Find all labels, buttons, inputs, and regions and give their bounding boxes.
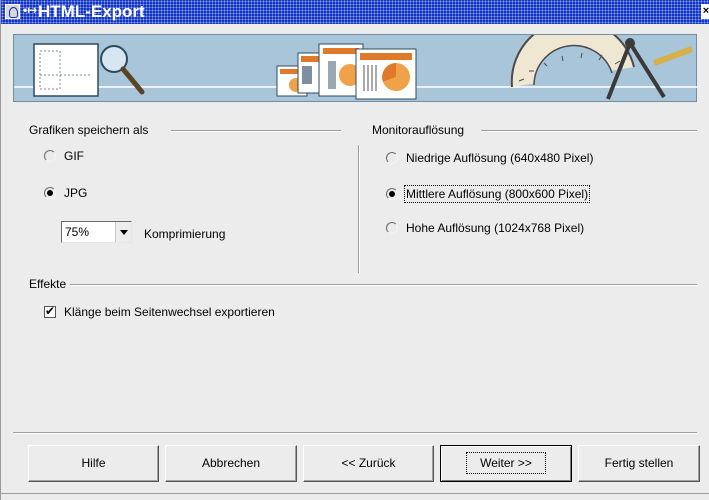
radio-gif[interactable]: GIF — [44, 147, 84, 165]
compression-select[interactable]: 75% — [61, 221, 132, 243]
html-export-dialog: •↦ HTML-Export × Grafiken speichern als … — [0, 0, 709, 500]
banner-illustration — [14, 35, 698, 100]
app-icon[interactable] — [5, 4, 20, 19]
next-button[interactable]: Weiter >> — [440, 445, 572, 482]
sound-checkbox[interactable]: Klänge beim Seitenwechsel exportieren — [44, 303, 275, 321]
effekte-heading: Effekte — [29, 277, 71, 291]
radio-resolution-medium-label[interactable]: Mittlere Auflösung (800x600 Pixel) — [403, 185, 591, 203]
finish-button-label[interactable]: Fertig stellen — [605, 446, 674, 481]
radio-resolution-medium-indicator[interactable] — [386, 188, 398, 200]
help-button[interactable]: Hilfe — [28, 445, 159, 482]
sound-checkbox-indicator[interactable] — [44, 304, 56, 318]
radio-resolution-low-label[interactable]: Niedrige Auflösung (640x480 Pixel) — [406, 151, 593, 165]
chevron-down-icon[interactable] — [115, 222, 131, 242]
button-divider — [13, 432, 697, 434]
back-button[interactable]: << Zurück — [303, 445, 434, 482]
cancel-button[interactable]: Abbrechen — [165, 445, 297, 482]
dialog-bottom-edge — [1, 493, 709, 500]
monitor-divider — [481, 130, 697, 132]
radio-resolution-medium[interactable]: Mittlere Auflösung (800x600 Pixel) — [386, 185, 591, 203]
window-menu-icon[interactable]: •↦ — [23, 3, 37, 17]
grafiken-divider — [171, 130, 341, 132]
radio-resolution-low[interactable]: Niedrige Auflösung (640x480 Pixel) — [386, 149, 593, 167]
window-title: HTML-Export — [38, 2, 145, 21]
title-bar[interactable]: •↦ HTML-Export × — [1, 0, 709, 24]
radio-jpg-indicator[interactable] — [44, 187, 56, 199]
radio-jpg-label[interactable]: JPG — [64, 186, 87, 200]
finish-button[interactable]: Fertig stellen — [578, 445, 700, 482]
grafiken-heading: Grafiken speichern als — [29, 123, 153, 137]
radio-resolution-high-label[interactable]: Hohe Auflösung (1024x768 Pixel) — [406, 221, 584, 235]
next-button-label[interactable]: Weiter >> — [466, 452, 546, 474]
close-icon[interactable]: × — [701, 4, 709, 19]
back-button-label[interactable]: << Zurück — [341, 446, 395, 481]
radio-jpg[interactable]: JPG — [44, 184, 87, 202]
compression-label: Komprimierung — [144, 227, 226, 241]
effekte-divider — [69, 284, 697, 286]
compression-label-row: Komprimierung — [144, 225, 225, 243]
monitor-heading: Monitorauflösung — [372, 123, 469, 137]
wizard-banner — [13, 34, 698, 102]
radio-resolution-low-indicator[interactable] — [386, 152, 398, 164]
radio-gif-indicator[interactable] — [44, 150, 56, 162]
radio-resolution-high[interactable]: Hohe Auflösung (1024x768 Pixel) — [386, 219, 584, 237]
section-separator — [358, 145, 360, 273]
help-button-label[interactable]: Hilfe — [81, 446, 105, 481]
radio-resolution-high-indicator[interactable] — [386, 222, 398, 234]
cancel-button-label[interactable]: Abbrechen — [202, 446, 260, 481]
sound-checkbox-label[interactable]: Klänge beim Seitenwechsel exportieren — [64, 305, 275, 319]
compression-value[interactable]: 75% — [65, 225, 89, 239]
radio-gif-label[interactable]: GIF — [64, 149, 84, 163]
